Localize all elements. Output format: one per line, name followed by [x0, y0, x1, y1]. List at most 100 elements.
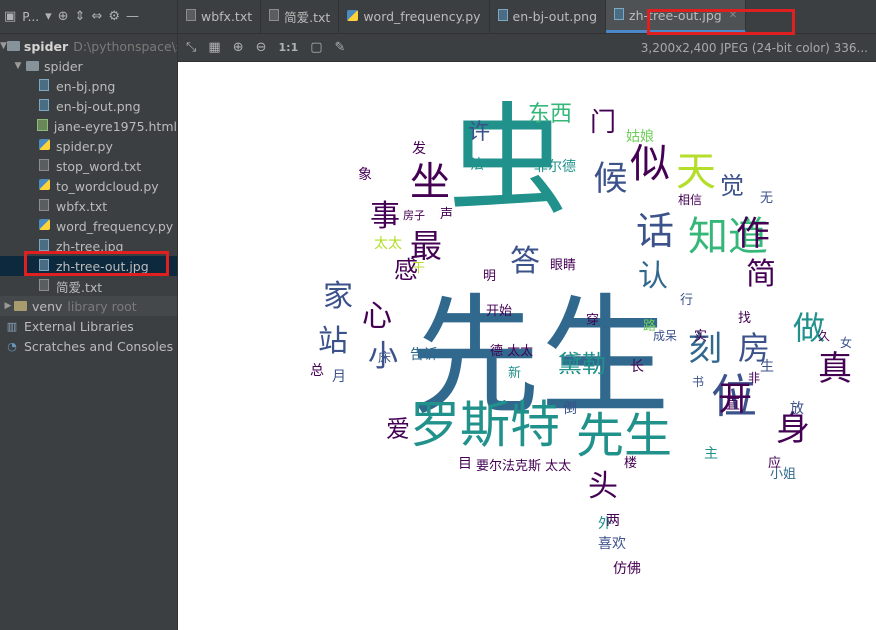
tab-label: word_frequency.py — [363, 9, 481, 24]
wordcloud-word: 姑娘 — [626, 129, 654, 145]
tree-item-path-hint: D:\pythonspace\sp — [73, 38, 177, 54]
tree-item-en-bj-png[interactable]: en-bj.png — [0, 76, 177, 96]
tab-zh-tree-out-jpg[interactable]: zh-tree-out.jpg ✕ — [606, 0, 747, 33]
image-info: 3,200x2,400 JPEG (24-bit color) 336... — [640, 40, 868, 55]
text-file-icon — [269, 9, 280, 24]
tree-item-spider-py[interactable]: spider.py — [0, 136, 177, 156]
wordcloud-word: 成呆 — [653, 329, 678, 343]
wordcloud-word: 干 — [412, 261, 426, 276]
folder-icon — [6, 40, 20, 53]
wordcloud-word: 告诉 — [410, 347, 438, 363]
tree-item-zh-tree-out-jpg[interactable]: zh-tree-out.jpg — [0, 256, 177, 276]
dropdown-chevron-icon[interactable]: ▾ — [45, 10, 52, 23]
tree-item-label: en-bj.png — [56, 78, 116, 94]
minimize-icon[interactable]: — — [126, 10, 139, 23]
tree-item-jane-eyre-html[interactable]: jane-eyre1975.html — [0, 116, 177, 136]
close-icon[interactable]: ✕ — [729, 10, 737, 21]
project-folder-icon[interactable]: ▣ — [4, 10, 16, 23]
chevron-down-icon[interactable]: ▼ — [0, 41, 7, 51]
wordcloud-word: 站 — [318, 324, 348, 359]
wordcloud-word: 事 — [370, 199, 400, 234]
image-viewer-canvas[interactable]: 先生虫罗斯特 先生位知道坐似天话作候最事家心小站简做房真刻开身头东西门许答认觉感黛… — [178, 62, 876, 630]
tab-label: en-bj-out.png — [512, 9, 598, 24]
html-file-icon — [36, 118, 50, 134]
python-file-icon — [36, 139, 52, 153]
folder-icon — [12, 300, 28, 313]
tree-item-scratches[interactable]: ◔ Scratches and Consoles — [0, 336, 177, 356]
tree-item-stop-word-txt[interactable]: stop_word.txt — [0, 156, 177, 176]
tree-item-venv[interactable]: ▶ venv library root — [0, 296, 177, 316]
editor-area: wbfx.txt 简爱.txt word_frequency.py en-bj-… — [178, 0, 876, 630]
wordcloud-word: 床 — [378, 351, 392, 366]
wordcloud-word: 菲尔德 — [534, 159, 576, 175]
tree-item-en-bj-out-png[interactable]: en-bj-out.png — [0, 96, 177, 116]
scratches-icon: ◔ — [7, 339, 17, 353]
sidebar-title[interactable]: P... — [22, 10, 39, 24]
tree-item-jianai-txt[interactable]: 简爱.txt — [0, 276, 177, 296]
tree-item-label: External Libraries — [24, 318, 134, 334]
gear-icon[interactable]: ⚙ — [108, 10, 120, 23]
expand-all-icon[interactable]: ⇕ — [75, 10, 86, 23]
tree-item-wbfx-txt[interactable]: wbfx.txt — [0, 196, 177, 216]
wordcloud-word: 找 — [738, 311, 752, 326]
wordcloud-word: 太太 — [374, 236, 402, 252]
wordcloud-word: 喜欢 — [598, 536, 626, 552]
tab-label: wbfx.txt — [201, 9, 253, 24]
locate-target-icon[interactable]: ⊕ — [58, 10, 69, 23]
tab-label: zh-tree-out.jpg — [629, 7, 722, 23]
tab-jianai-txt[interactable]: 简爱.txt — [261, 0, 340, 33]
wordcloud-word: 两 — [606, 513, 620, 529]
tab-en-bj-out-png[interactable]: en-bj-out.png — [490, 0, 607, 33]
chevron-down-icon[interactable]: ▼ — [12, 61, 24, 71]
project-tree: ▼ spider D:\pythonspace\sp ▼ spider en-b… — [0, 34, 177, 356]
wordcloud-word: 非 — [748, 371, 761, 385]
wordcloud-word: 主 — [704, 446, 718, 462]
wordcloud-word: 黛勒 — [558, 350, 606, 378]
collapse-all-icon[interactable]: ⇔ — [91, 10, 102, 23]
tree-item-zh-tree-jpg[interactable]: zh-tree.jpg — [0, 236, 177, 256]
wordcloud-word: 候 — [587, 160, 627, 194]
wordcloud-word: 眼睛 — [550, 258, 577, 273]
image-file-icon — [497, 9, 508, 24]
tree-item-external-libraries[interactable]: ▥ External Libraries — [0, 316, 177, 336]
wordcloud-word: 似 — [623, 142, 669, 182]
zoom-in-icon[interactable]: ⊕ — [233, 40, 244, 55]
wordcloud-word: 女 — [840, 336, 853, 350]
chevron-right-icon[interactable]: ▶ — [0, 301, 12, 311]
wordcloud-word: 月 — [332, 369, 346, 385]
wordcloud-word: 头 — [588, 469, 618, 504]
wordcloud-word: 目 — [458, 456, 472, 472]
wordcloud-word: 相信 — [678, 193, 703, 207]
fit-to-window-icon[interactable]: ⤡ — [186, 40, 196, 55]
wordcloud-word: 真 — [818, 349, 852, 389]
tree-item-to-wordcloud-py[interactable]: to_wordcloud.py — [0, 176, 177, 196]
tab-word-frequency-py[interactable]: word_frequency.py — [339, 0, 490, 33]
project-sidebar: ▣ P... ▾ ⊕ ⇕ ⇔ ⚙ — ▼ spider D:\pythonspa… — [0, 0, 178, 630]
wordcloud-word: 明 — [483, 269, 497, 284]
fit-zoom-icon[interactable]: ▢ — [310, 40, 322, 55]
grid-icon[interactable]: ▦ — [208, 40, 220, 55]
zoom-out-icon[interactable]: ⊖ — [256, 40, 267, 55]
color-picker-icon[interactable]: ✎ — [335, 40, 346, 55]
tree-item-spider[interactable]: ▼ spider — [0, 56, 177, 76]
wordcloud-word: 认 — [638, 259, 668, 294]
wordcloud-word: 象 — [358, 167, 372, 183]
tree-item-label: zh-tree.jpg — [56, 238, 124, 254]
wordcloud-word: 总 — [310, 363, 324, 379]
wordcloud-word: 长 — [630, 359, 644, 375]
tree-item-word-frequency-py[interactable]: word_frequency.py — [0, 216, 177, 236]
wordcloud-word: 东西 — [528, 102, 573, 127]
tab-wbfx-txt[interactable]: wbfx.txt — [178, 0, 262, 33]
tree-item-library-root-hint: library root — [67, 298, 137, 314]
wordcloud-word: 倒 — [563, 401, 577, 417]
actual-size-button[interactable]: 1:1 — [279, 41, 299, 54]
text-file-icon — [36, 198, 52, 214]
wordcloud-word: 门 — [590, 108, 617, 138]
wordcloud-word: 觉 — [720, 172, 744, 200]
folder-icon — [24, 60, 40, 73]
tree-item-root-spider[interactable]: ▼ spider D:\pythonspace\sp — [0, 36, 177, 56]
wordcloud-word: 放 — [790, 401, 804, 417]
wordcloud-word: 心 — [362, 299, 392, 334]
wordcloud-word: 法 — [470, 157, 484, 173]
wordcloud-word: 家 — [323, 279, 353, 314]
